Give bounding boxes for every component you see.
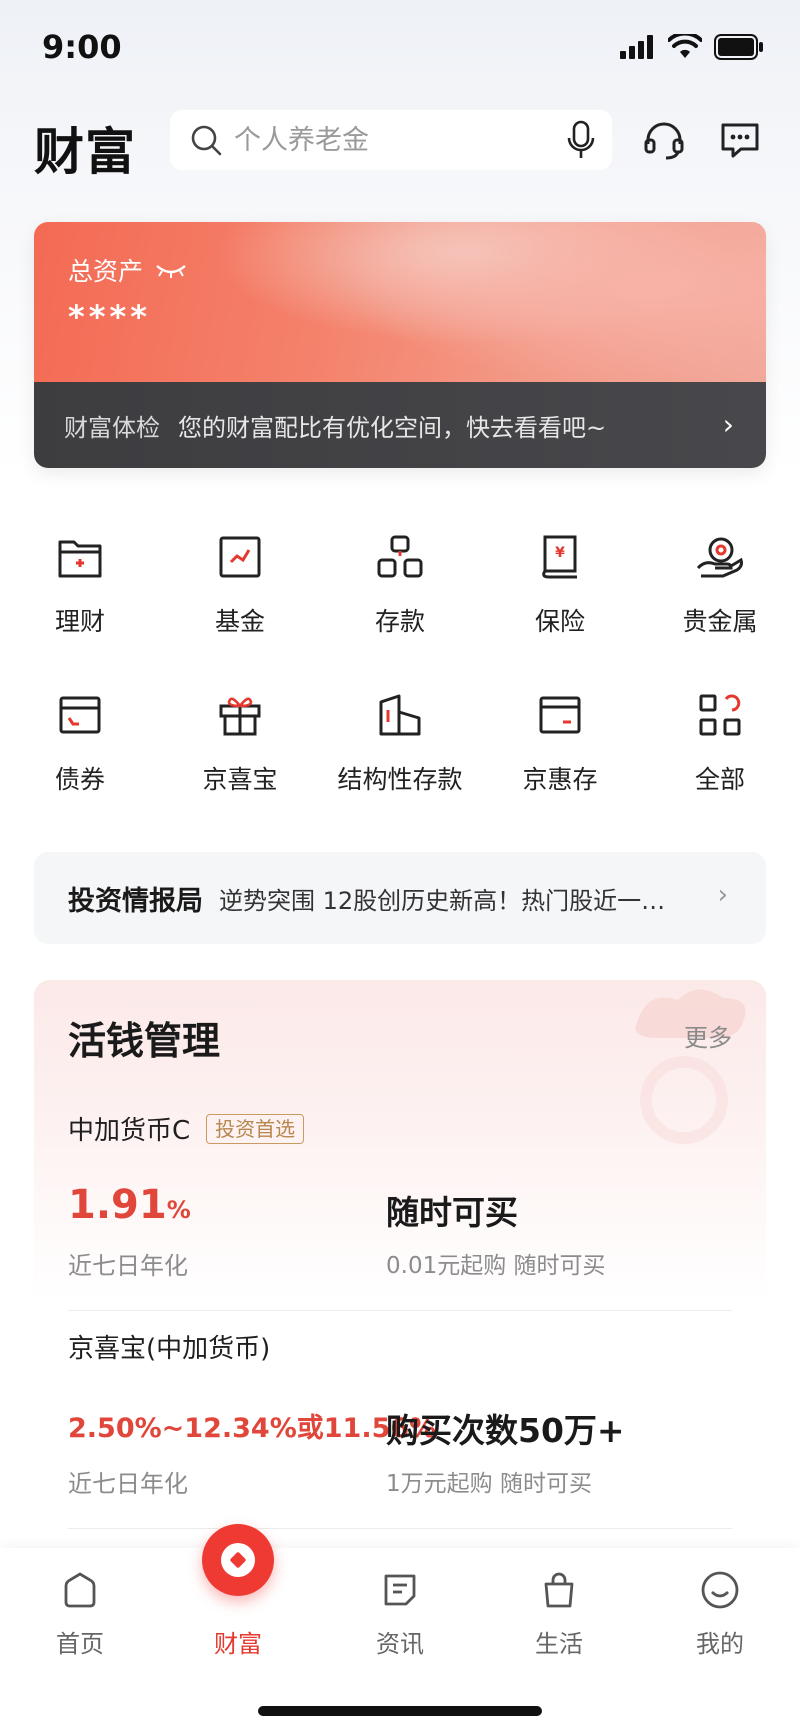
product-feature: 随时可买 (386, 1193, 518, 1232)
search-bar[interactable] (170, 110, 612, 170)
tab-life[interactable]: 生活 (499, 1566, 619, 1659)
money-management-card: 活钱管理 更多 中加货币C 投资首选 1.91% 近七日年化 随时可买 0.01… (34, 980, 766, 1560)
microphone-icon[interactable] (564, 120, 598, 164)
section-title: 活钱管理 (68, 1019, 221, 1063)
tab-label: 资讯 (376, 1630, 424, 1658)
battery-icon (714, 34, 763, 60)
product-feature: 购买次数50万+ (386, 1411, 625, 1450)
chevron-right-icon: › (717, 880, 728, 910)
wealth-icon[interactable] (202, 1524, 274, 1596)
tab-label: 我的 (696, 1630, 744, 1658)
header: 财富 (0, 108, 800, 181)
tab-profile[interactable]: 我的 (660, 1566, 780, 1659)
precious-metal-hand-icon (693, 530, 747, 584)
product-name-text: 京喜宝(中加货币) (68, 1334, 271, 1364)
product-name-text: 中加货币C (68, 1116, 191, 1146)
product-name: 京喜宝(中加货币) (68, 1328, 732, 1365)
news-title: 投资情报局 (68, 885, 203, 917)
tab-label: 首页 (56, 1630, 104, 1658)
yield-rate-unit: % (166, 1196, 191, 1224)
menu-item-licai[interactable]: 理财 (0, 520, 160, 678)
wealth-checkup-bar[interactable]: 财富体检 您的财富配比有优化空间，快去看看吧~ › (34, 382, 766, 468)
menu-label: 保险 (534, 607, 585, 636)
menu-item-deposit[interactable]: 存款 (320, 520, 480, 678)
tab-home[interactable]: 首页 (20, 1566, 140, 1659)
asset-summary: 总资产 **** (34, 222, 766, 382)
page-title: 财富 (34, 123, 136, 181)
chevron-right-icon: › (722, 408, 734, 441)
checkup-title: 财富体检 (64, 413, 160, 442)
divider (68, 1310, 732, 1311)
fund-chart-icon (213, 530, 267, 584)
menu-label: 结构性存款 (337, 765, 463, 794)
menu-item-jingxibao[interactable]: 京喜宝 (160, 678, 320, 836)
cellular-signal-icon (620, 35, 653, 59)
menu-item-bond[interactable]: 债券 (0, 678, 160, 836)
status-time: 9:00 (42, 28, 122, 66)
status-bar: 9:00 (0, 0, 800, 96)
menu-label: 京喜宝 (202, 765, 278, 794)
product-item[interactable]: 京喜宝(中加货币) 2.50%~12.34%或11.56% 近七日年化 购买次数… (68, 1328, 732, 1538)
menu-label: 全部 (694, 765, 745, 794)
menu-item-precious-metal[interactable]: 贵金属 (640, 520, 800, 678)
svg-text:¥: ¥ (555, 545, 565, 561)
product-feature-sub: 1万元起购 随时可买 (386, 1471, 592, 1497)
bottom-tab-bar: 首页 财富 资讯 生活 我的 (0, 1524, 800, 1732)
total-assets-label: 总资产 (68, 252, 187, 288)
yield-rate-range: 2.50%~12.34%或11.56% (68, 1413, 437, 1444)
message-icon[interactable] (716, 116, 764, 164)
shopping-bag-icon (535, 1566, 583, 1614)
building-icon (373, 688, 427, 742)
product-menu-grid: 理财 基金 存款 ¥ 保险 贵金属 债券 京喜宝 结构性存款 京惠存 全部 (0, 520, 800, 836)
menu-item-all[interactable]: 全部 (640, 678, 800, 836)
investment-news-bar[interactable]: 投资情报局 逆势突围 12股创历史新高！热门股近一… › (34, 852, 766, 944)
tab-label: 生活 (535, 1630, 583, 1658)
tab-label: 财富 (214, 1630, 262, 1658)
insurance-book-icon: ¥ (533, 530, 587, 584)
checkup-text: 您的财富配比有优化空间，快去看看吧~ (178, 413, 607, 442)
home-icon (56, 1566, 104, 1614)
product-item[interactable]: 中加货币C 投资首选 1.91% 近七日年化 随时可买 0.01元起购 随时可买 (68, 1110, 732, 1320)
yield-label: 近七日年化 (68, 1252, 188, 1280)
menu-item-structured-deposit[interactable]: 结构性存款 (320, 678, 480, 836)
divider (68, 1528, 732, 1529)
total-assets-value: **** (68, 298, 151, 336)
menu-label: 基金 (214, 607, 265, 636)
news-icon (376, 1566, 424, 1614)
tab-news[interactable]: 资讯 (340, 1566, 460, 1659)
customer-service-icon[interactable] (640, 116, 688, 164)
menu-label: 存款 (374, 607, 425, 636)
recommend-badge: 投资首选 (206, 1113, 305, 1144)
more-link[interactable]: 更多 (684, 1018, 732, 1053)
menu-label: 贵金属 (682, 607, 758, 636)
all-grid-icon (693, 688, 747, 742)
asset-card[interactable]: 总资产 **** 财富体检 您的财富配比有优化空间，快去看看吧~ › (34, 222, 766, 468)
wallet-card-icon (533, 688, 587, 742)
menu-label: 债券 (54, 765, 105, 794)
wifi-icon (668, 34, 702, 58)
news-headline: 逆势突围 12股创历史新高！热门股近一… (219, 886, 666, 915)
menu-item-jinghuicun[interactable]: 京惠存 (480, 678, 640, 836)
eye-closed-icon[interactable] (155, 260, 187, 280)
yield-label: 近七日年化 (68, 1470, 188, 1498)
product-feature-sub: 0.01元起购 随时可买 (386, 1253, 606, 1279)
search-icon (188, 122, 224, 158)
yield-rate: 1.91% (68, 1182, 191, 1228)
menu-item-fund[interactable]: 基金 (160, 520, 320, 678)
menu-label: 理财 (54, 607, 105, 636)
gift-box-icon (213, 688, 267, 742)
yield-rate-value: 1.91 (68, 1182, 167, 1228)
smile-face-icon (696, 1566, 744, 1614)
menu-item-insurance[interactable]: ¥ 保险 (480, 520, 640, 678)
deposit-blocks-icon (373, 530, 427, 584)
status-icons (620, 34, 764, 60)
home-indicator (258, 1706, 542, 1716)
product-name: 中加货币C 投资首选 (68, 1110, 732, 1147)
bond-card-icon (53, 688, 107, 742)
wealth-folder-icon (53, 530, 107, 584)
search-input[interactable] (234, 124, 534, 156)
total-assets-text: 总资产 (68, 257, 144, 286)
menu-label: 京惠存 (522, 765, 598, 794)
